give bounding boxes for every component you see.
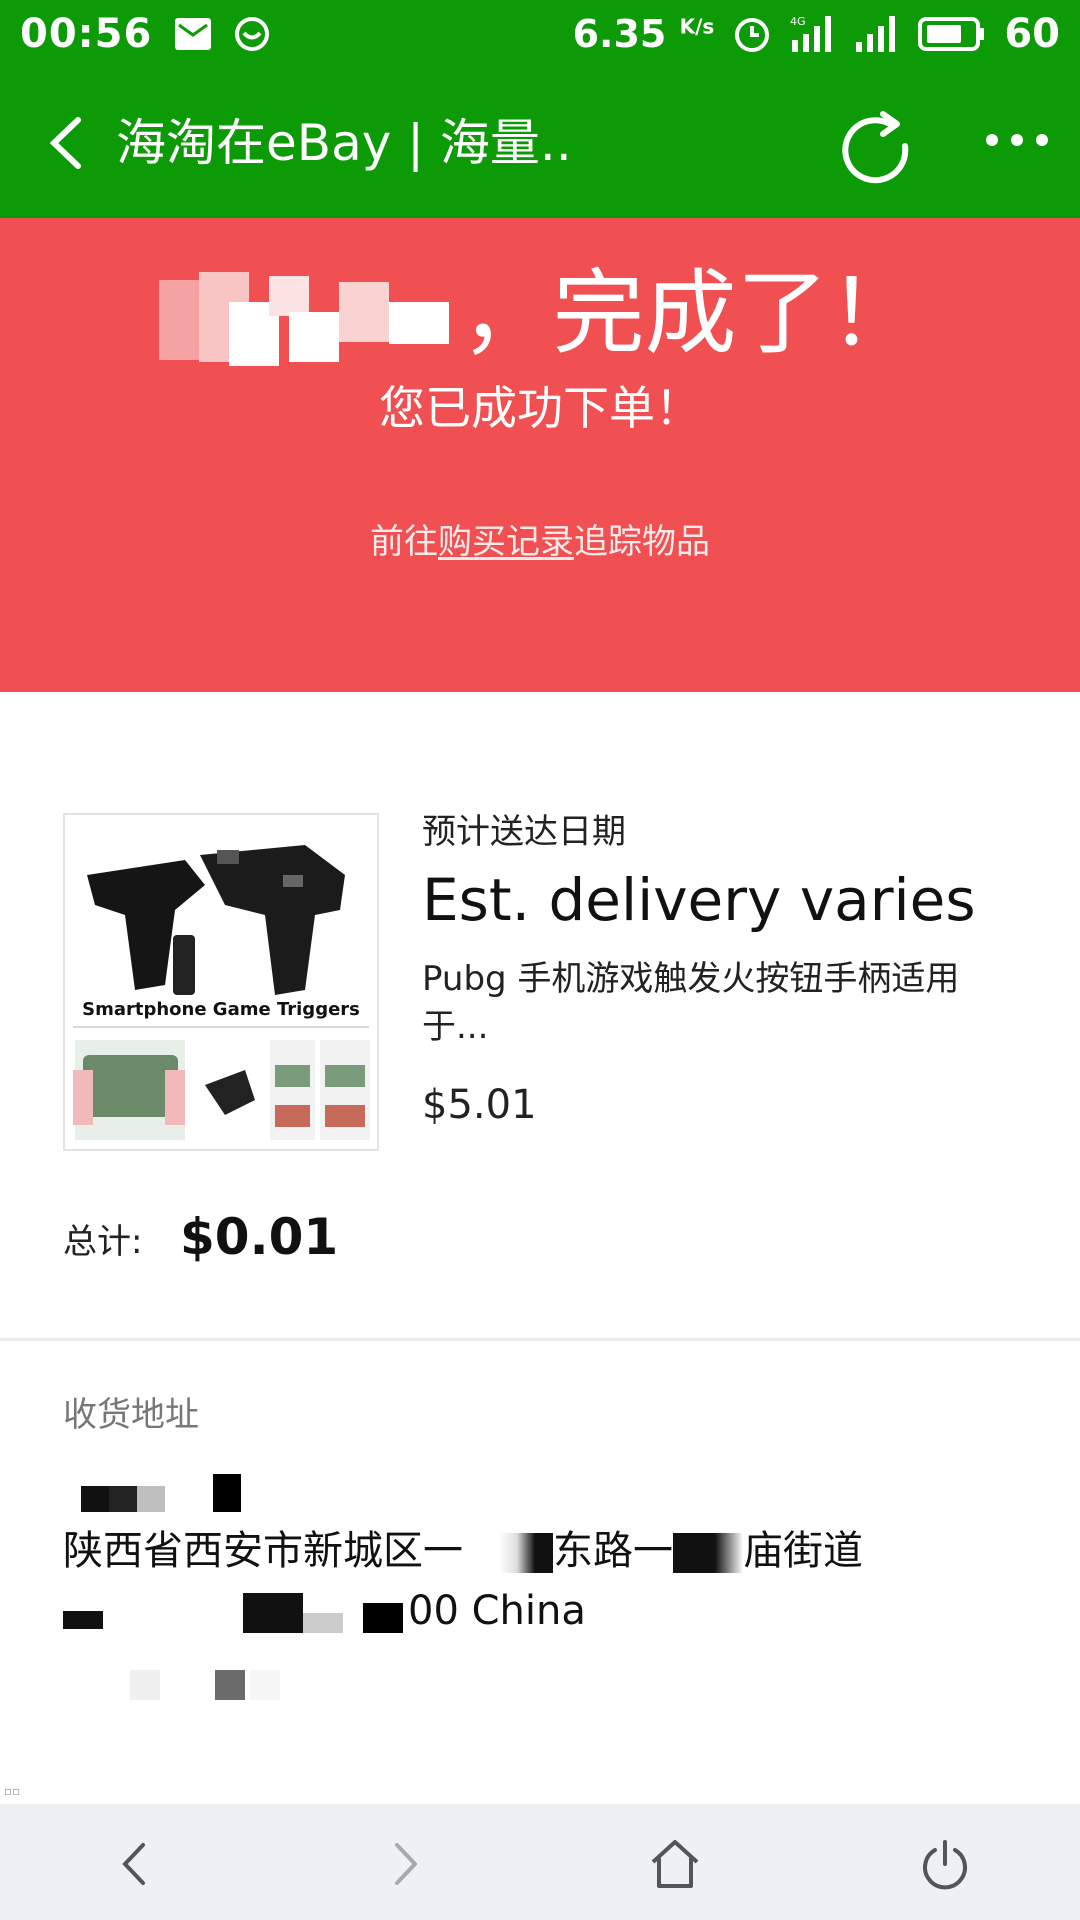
more-button[interactable] [982,120,1052,160]
nav-home-button[interactable] [640,1832,710,1896]
success-banner: ，完成了！ 您已成功下单！ 前往购买记录追踪物品 [0,218,1080,692]
section-divider [0,1338,1080,1341]
redacted-name [159,271,454,368]
more-icon [986,134,1048,146]
alarm-icon [732,14,772,54]
shipping-address-label: 收货地址 [63,1395,199,1435]
nav-power-button[interactable] [910,1832,980,1896]
signal-4g-icon: 4G [790,14,836,54]
refresh-button[interactable] [835,104,915,184]
svg-text:Smartphone Game Triggers: Smartphone Game Triggers [82,999,360,1020]
status-bar: 00:56 6.35 K/s 4G 60 [0,0,1080,68]
purchase-history-text: 前往购买记录追踪物品 [370,522,710,562]
banner-subheading: 您已成功下单！ [379,381,701,435]
redacted-phone [130,1670,300,1704]
forward-icon [395,1843,418,1885]
page-title: 海淘在eBay | 海量.. [116,114,572,172]
refresh-icon [842,111,909,184]
est-delivery-value: Est. delivery varies [422,866,976,934]
address-line-1: 陕西省西安市新城区一 东路一 庙街道 [63,1528,863,1574]
item-price: $5.01 [422,1082,537,1128]
battery-level: 60 [1004,11,1060,57]
nav-forward-button[interactable] [370,1832,440,1896]
banner-heading: ，完成了！ [0,254,1080,374]
wechat-icon [234,16,270,52]
battery-icon [918,16,986,52]
network-speed: 6.35 K/s [572,12,715,56]
title-bar: 海淘在eBay | 海量.. [0,68,1080,218]
back-icon [122,1843,145,1885]
corner-marks: ▫▫ [4,1784,21,1798]
item-title[interactable]: Pubg 手机游戏触发火按钮手柄适用于... [422,955,1022,1051]
status-time: 00:56 [20,11,153,57]
game-trigger-image: Smartphone Game Triggers [65,815,377,1149]
power-icon [923,1840,967,1890]
mail-icon [174,17,212,51]
total-value: $0.01 [180,1208,339,1266]
back-button[interactable] [40,108,110,178]
product-thumbnail[interactable]: Smartphone Game Triggers [63,813,379,1151]
total-label: 总计: [63,1222,143,1262]
address-line-2: 00 China [63,1582,586,1640]
nav-back-button[interactable] [100,1832,170,1896]
back-icon [49,117,81,169]
purchase-history-link[interactable]: 购买记录 [438,522,574,562]
bottom-nav [0,1804,1080,1920]
est-delivery-label: 预计送达日期 [422,812,626,852]
svg-text:4G: 4G [790,15,806,28]
signal-icon [854,14,900,54]
home-icon [651,1840,699,1888]
